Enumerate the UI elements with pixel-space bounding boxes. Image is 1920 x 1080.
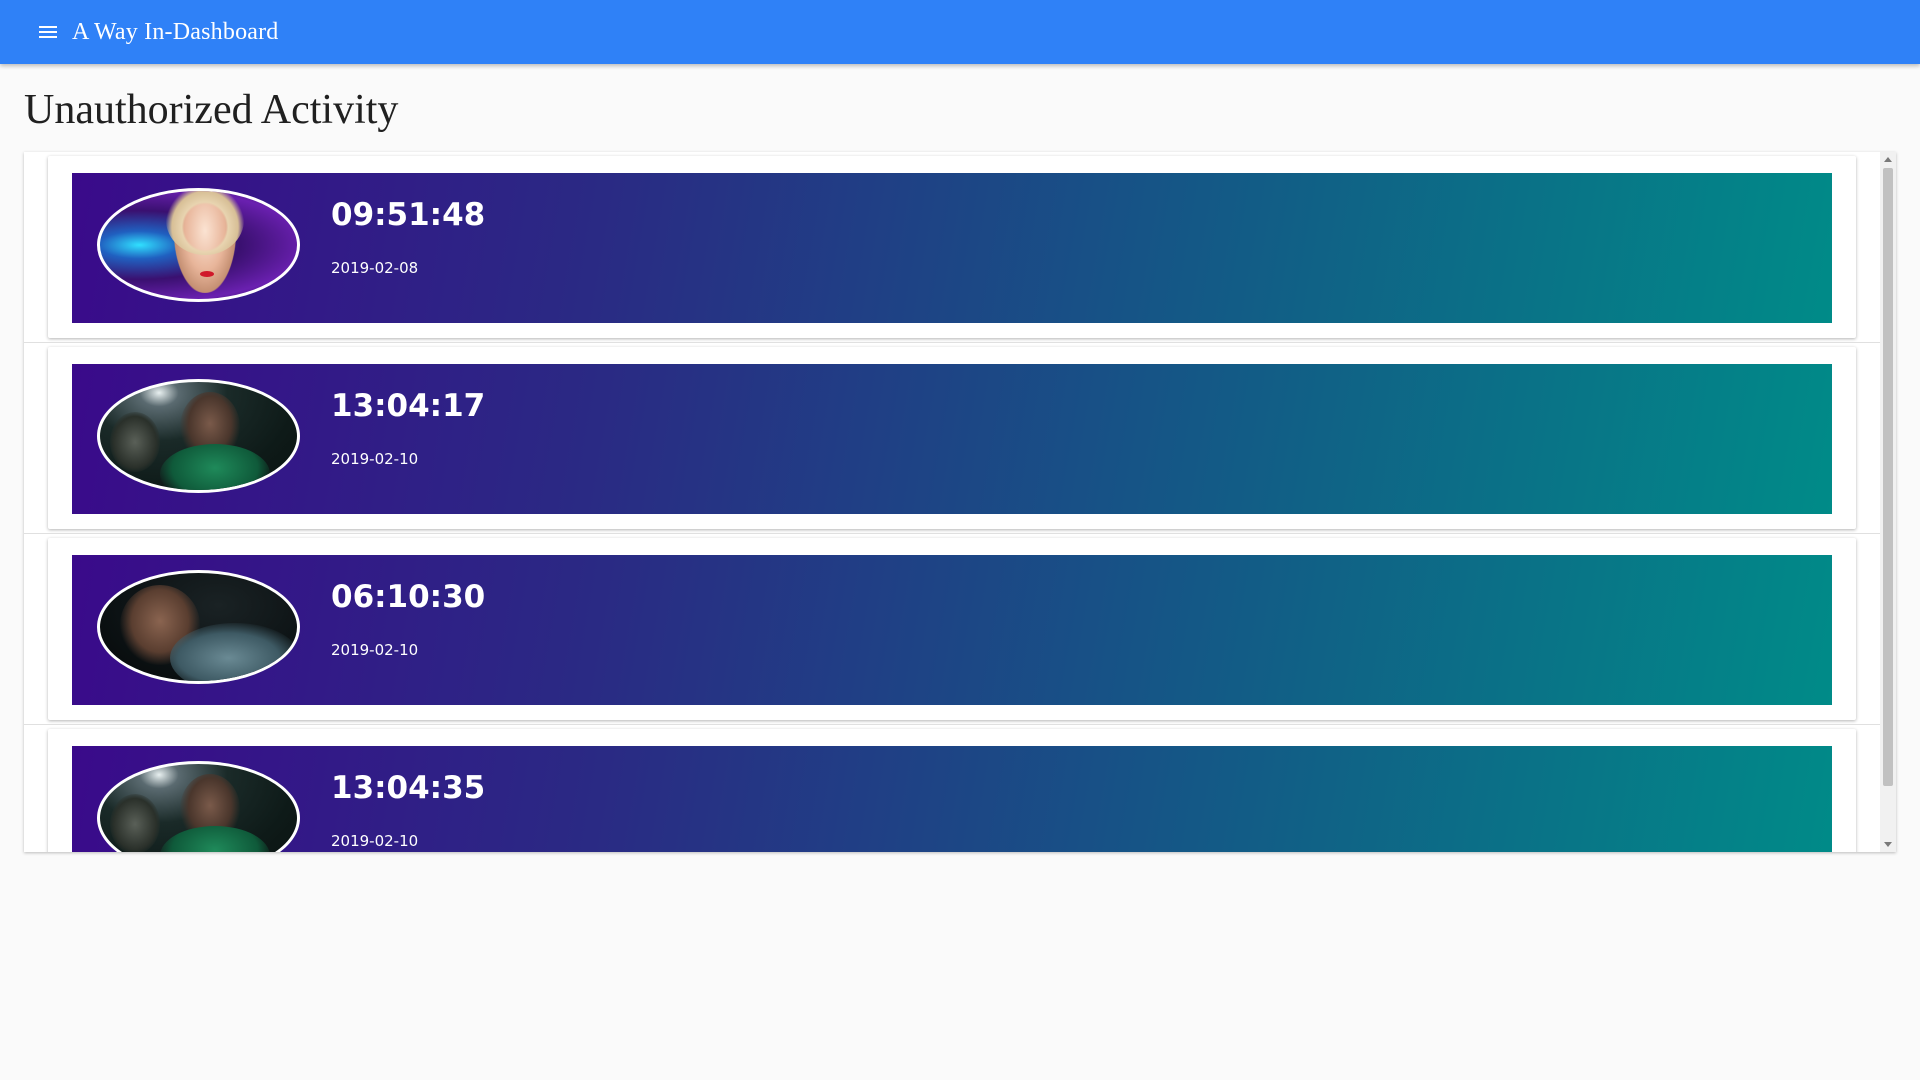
- activity-time: 13:04:35: [331, 770, 486, 806]
- activity-card[interactable]: 13:04:17 2019-02-10: [48, 347, 1856, 529]
- activity-date: 2019-02-10: [331, 641, 419, 659]
- activity-date: 2019-02-10: [331, 450, 419, 468]
- activity-list[interactable]: 09:51:48 2019-02-08 13:04:17 2019-02-10: [24, 152, 1880, 852]
- person-photo-icon: [97, 570, 300, 684]
- activity-card[interactable]: 06:10:30 2019-02-10: [48, 538, 1856, 720]
- activity-time: 09:51:48: [331, 197, 486, 233]
- person-photo-icon: [97, 761, 300, 852]
- activity-banner: 13:04:17 2019-02-10: [72, 364, 1832, 514]
- list-divider: [24, 533, 1880, 534]
- activity-date: 2019-02-10: [331, 832, 419, 850]
- scroll-thumb[interactable]: [1883, 168, 1893, 786]
- app-title: A Way In-Dashboard: [72, 18, 279, 45]
- activity-time: 13:04:17: [331, 388, 486, 424]
- activity-banner: 09:51:48 2019-02-08: [72, 173, 1832, 323]
- activity-time: 06:10:30: [331, 579, 486, 615]
- scroll-down-icon[interactable]: [1884, 842, 1892, 847]
- activity-banner: 13:04:35 2019-02-10: [72, 746, 1832, 852]
- activity-banner: 06:10:30 2019-02-10: [72, 555, 1832, 705]
- page-title: Unauthorized Activity: [24, 87, 399, 133]
- person-photo-icon: [97, 379, 300, 493]
- app-bar: A Way In-Dashboard: [0, 0, 1920, 64]
- scroll-up-icon[interactable]: [1884, 157, 1892, 162]
- menu-icon: [39, 25, 57, 39]
- menu-button[interactable]: [24, 8, 72, 56]
- list-divider: [24, 724, 1880, 725]
- activity-list-panel: 09:51:48 2019-02-08 13:04:17 2019-02-10: [24, 152, 1896, 852]
- person-photo-icon: [97, 188, 300, 302]
- activity-card[interactable]: 09:51:48 2019-02-08: [48, 156, 1856, 338]
- activity-date: 2019-02-08: [331, 259, 419, 277]
- list-scrollbar[interactable]: [1880, 152, 1896, 852]
- list-divider: [24, 342, 1880, 343]
- activity-card[interactable]: 13:04:35 2019-02-10: [48, 729, 1856, 852]
